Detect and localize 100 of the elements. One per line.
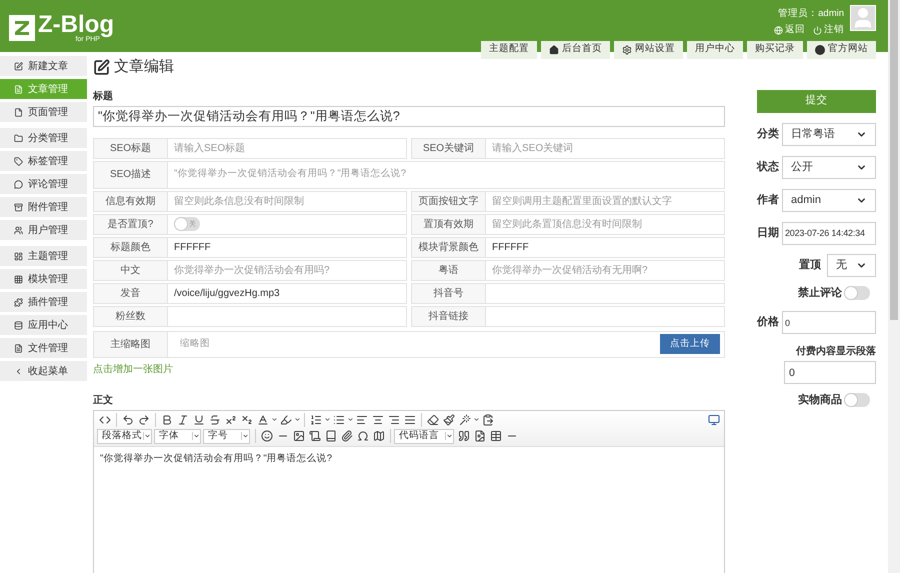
brush-icon[interactable] [442, 412, 456, 426]
sidebar-item[interactable]: 应用中心 [0, 315, 87, 335]
book-icon[interactable] [324, 429, 338, 443]
wand-icon[interactable] [458, 412, 472, 426]
dropdown[interactable]: admin [782, 188, 876, 212]
image-icon[interactable] [292, 429, 306, 443]
table-icon[interactable] [489, 429, 503, 443]
toggle-switch[interactable] [844, 286, 870, 300]
editor-dropdown[interactable]: 段落格式 [97, 428, 152, 444]
dropdown[interactable]: 日常粤语 [782, 122, 876, 146]
field-label: 信息有效期 [93, 190, 168, 212]
emoji-icon[interactable] [260, 429, 274, 443]
field-label: 粤语 [411, 260, 486, 280]
highlight-icon[interactable] [279, 412, 293, 426]
special-character-icon[interactable] [356, 429, 370, 443]
input-field[interactable] [486, 306, 725, 326]
home-icon [549, 44, 559, 54]
strikethrough-icon[interactable] [208, 412, 222, 426]
admin-label: 管理员：admin [778, 7, 844, 21]
toggle-switch[interactable] [844, 393, 870, 408]
input-field[interactable]: 2023-07-26 14:42:34 [782, 222, 876, 244]
input-field[interactable]: 你觉得举办一次促销活动有无用啊? [486, 260, 725, 280]
logo-icon [9, 15, 35, 41]
input-field[interactable]: 留空则此条置顶信息没有时间限制 [486, 214, 725, 234]
sidebar-item[interactable]: 模块管理 [0, 269, 87, 289]
page-title: 文章编辑 [114, 57, 174, 77]
editor-dropdown[interactable]: 字号 [203, 428, 250, 444]
field-label: SEO标题 [93, 138, 168, 158]
italic-icon[interactable] [176, 412, 190, 426]
input-field[interactable]: FFFFFF [486, 236, 725, 258]
sidebar-item[interactable]: 收起菜单 [0, 361, 87, 381]
field-label: 抖音链接 [411, 306, 486, 326]
input-field[interactable]: 请输入SEO关键词 [486, 138, 725, 158]
fullscreen-icon[interactable] [707, 412, 721, 426]
logo-text: Z-Blog [38, 13, 114, 37]
sidebar-item[interactable]: 用户管理 [0, 220, 87, 240]
editor-dropdown[interactable]: 代码语言 [394, 428, 454, 444]
page-icon [14, 108, 23, 116]
sidebar-item[interactable]: 评论管理 [0, 174, 87, 194]
input-field[interactable]: /voice/liju/ggvezHg.mp3 [168, 282, 407, 304]
nav-tab[interactable]: 后台首页 [541, 40, 610, 58]
input-field[interactable]: 留空则调用主题配置里面设置的默认文字 [486, 190, 725, 212]
field-label: SEO关键词 [411, 138, 486, 158]
input-field[interactable]: 请输入SEO标题 [168, 138, 407, 158]
textarea-field[interactable]: "你觉得举办一次促销活动会有用吗？"用粤语怎么说? [168, 160, 725, 188]
sidebar-item[interactable]: 附件管理 [0, 197, 87, 217]
editor-dropdown[interactable]: 字体 [154, 428, 201, 444]
field-label: 价格 [757, 314, 780, 330]
comment-icon [14, 180, 23, 188]
editor-content[interactable]: "你觉得举办一次促销活动会有用吗？"用粤语怎么说? [94, 446, 724, 466]
attachment-icon[interactable] [340, 429, 354, 443]
field-label: SEO描述 [93, 160, 168, 188]
nav-tab[interactable]: 官方网站 [807, 40, 876, 58]
sidebar-item[interactable]: 新建文章 [0, 56, 87, 76]
title-input[interactable]: "你觉得举办一次促销活动会有用吗？"用粤语怎么说? [93, 106, 725, 126]
caret-icon [271, 416, 278, 423]
dropdown[interactable]: 无 [827, 254, 876, 276]
undo-icon[interactable] [121, 412, 135, 426]
input-field[interactable]: 0 [784, 361, 876, 384]
clipboard-icon[interactable] [481, 412, 495, 426]
ordered-list-icon[interactable] [309, 412, 323, 426]
title-label: 标题 [93, 90, 114, 104]
layout-icon [14, 252, 23, 260]
sidebar-item[interactable]: 文件管理 [0, 338, 87, 358]
users-icon [14, 226, 23, 234]
font-color-icon[interactable] [256, 412, 270, 426]
field-label: 禁止评论 [798, 286, 842, 300]
edit-icon [14, 62, 23, 70]
eraser-icon[interactable] [426, 412, 440, 426]
folder-icon [14, 134, 23, 142]
input-field[interactable]: 你觉得举办一次促销活动会有用吗? [168, 260, 407, 280]
input-field[interactable]: 缩略图 [168, 330, 660, 358]
field-label: 日期 [757, 226, 780, 241]
nav-tab[interactable]: 网站设置 [614, 40, 683, 58]
input-field[interactable] [168, 306, 407, 326]
nav-tab[interactable]: 购买记录 [747, 40, 803, 58]
picture-icon[interactable] [473, 429, 487, 443]
scroll-icon[interactable] [308, 429, 322, 443]
sidebar-item[interactable]: 主题管理 [0, 246, 87, 266]
field-label: 发音 [93, 282, 168, 304]
upload-button[interactable]: 点击上传 [660, 334, 720, 354]
chevron-left-icon [14, 366, 23, 376]
field-label: 置顶 [799, 258, 821, 273]
input-field[interactable] [486, 282, 725, 304]
sidebar-item[interactable]: 分类管理 [0, 128, 87, 148]
nav-tab[interactable]: 主题配置 [481, 40, 537, 58]
map-icon[interactable] [372, 429, 386, 443]
sidebar-item[interactable]: 插件管理 [0, 292, 87, 312]
redo-icon[interactable] [137, 412, 151, 426]
add-image-link[interactable]: 点击增加一张图片 [93, 362, 725, 376]
dropdown[interactable]: 公开 [782, 156, 876, 178]
nav-tab[interactable]: 用户中心 [687, 40, 743, 58]
input-field[interactable]: 0 [782, 311, 876, 334]
field-label: 是否置顶? [93, 214, 168, 234]
sidebar-item[interactable]: 页面管理 [0, 102, 87, 122]
sidebar-item[interactable]: 标签管理 [0, 151, 87, 171]
input-field[interactable]: 留空则此条信息没有时间限制 [168, 190, 407, 212]
underline-icon[interactable] [192, 412, 206, 426]
quote-icon[interactable] [457, 429, 471, 443]
input-field[interactable]: FFFFFF [168, 236, 407, 258]
